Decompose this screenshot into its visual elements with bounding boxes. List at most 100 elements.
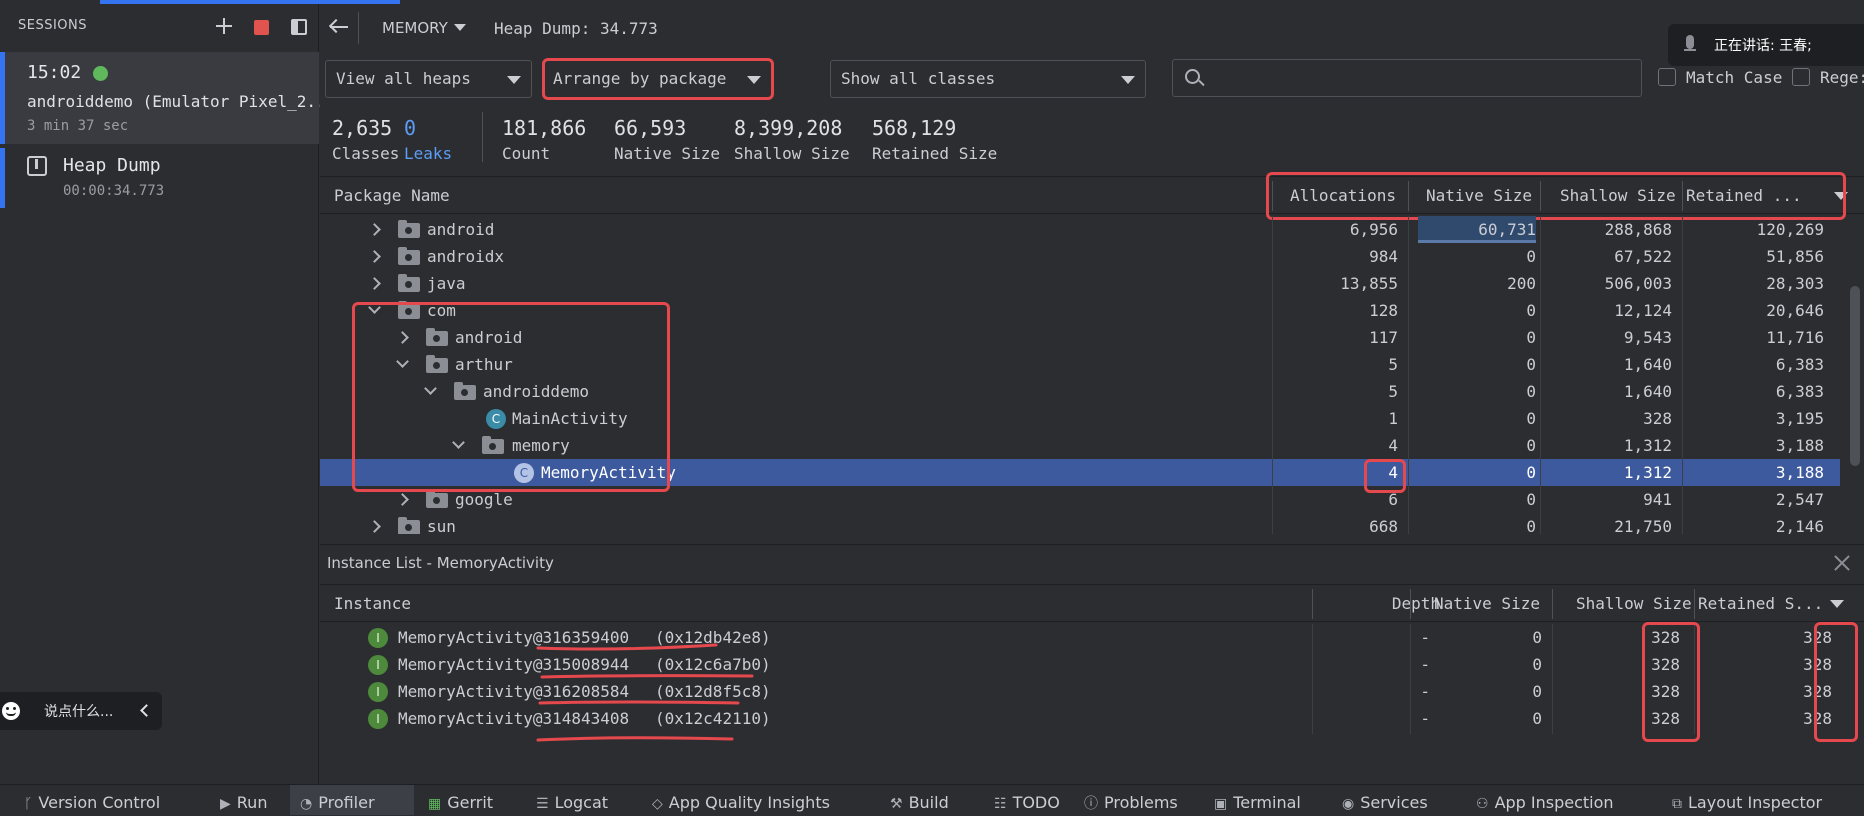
instance-shallow: 328 (1651, 655, 1680, 674)
close-icon[interactable] (1832, 553, 1852, 573)
back-arrow-icon[interactable] (328, 18, 350, 36)
tool-run[interactable]: ▶ Run (220, 791, 267, 815)
tool-build[interactable]: ⚒ Build (890, 791, 949, 815)
col-allocations[interactable]: Allocations (1290, 177, 1396, 215)
chat-box[interactable]: 说点什么... (0, 692, 162, 730)
table-row[interactable]: google 6 0 941 2,547 (320, 486, 1840, 513)
row-retained: 2,547 (1775, 490, 1824, 509)
search-input[interactable] (1172, 59, 1642, 97)
stat-classes-label: Classes (332, 144, 400, 163)
class-icon: C (486, 409, 506, 429)
row-name: arthur (455, 355, 513, 374)
arrange-select[interactable]: Arrange by package (542, 60, 772, 98)
heap-select[interactable]: View all heaps (325, 60, 532, 98)
col-instance-native[interactable]: Native Size (1434, 585, 1540, 623)
heap-dump-item[interactable]: Heap Dump 00:00:34.773 (0, 148, 319, 208)
col-instance-shallow[interactable]: Shallow Size (1576, 585, 1692, 623)
tool-layout-inspector[interactable]: ⧉ Layout Inspector (1672, 791, 1822, 815)
row-name: sun (427, 517, 456, 534)
table-row[interactable]: android 117 0 9,543 11,716 (320, 324, 1840, 351)
session-duration: 3 min 37 sec (27, 118, 129, 134)
smiley-icon (2, 702, 20, 720)
stat-count-label: Count (502, 144, 551, 163)
stat-leaks-label[interactable]: Leaks (404, 144, 452, 163)
table-row[interactable]: arthur 5 0 1,640 6,383 (320, 351, 1840, 378)
row-shallow: 1,640 (1623, 355, 1672, 374)
heap-dump-label: Heap Dump (63, 155, 161, 176)
heap-select-value: View all heaps (336, 69, 471, 88)
col-shallow-size[interactable]: Shallow Size (1560, 177, 1676, 215)
stop-session-icon[interactable] (254, 20, 269, 35)
add-session-icon[interactable] (214, 16, 234, 36)
tool-app-inspection[interactable]: ⚇ App Inspection (1476, 791, 1614, 815)
table-row[interactable]: java 13,855 200 506,003 28,303 (320, 270, 1840, 297)
package-icon (398, 247, 420, 265)
instance-depth: - (1420, 655, 1430, 674)
tool-logcat[interactable]: ☰ Logcat (536, 791, 608, 815)
table-row[interactable]: com 128 0 12,124 20,646 (320, 297, 1840, 324)
col-instance-retained[interactable]: Retained S... (1698, 585, 1823, 623)
chevron-down-icon (1121, 76, 1135, 84)
layout-toggle-icon[interactable] (291, 19, 307, 35)
package-icon (398, 517, 420, 534)
heap-dump-time: 00:00:34.773 (63, 183, 165, 199)
tool-services[interactable]: ◉ Services (1342, 791, 1428, 815)
tool-label: Problems (1104, 793, 1178, 812)
match-case-checkbox[interactable] (1658, 68, 1676, 86)
tool-terminal[interactable]: ▣ Terminal (1214, 791, 1301, 815)
class-filter-select[interactable]: Show all classes (830, 60, 1146, 98)
row-retained: 28,303 (1766, 274, 1824, 293)
col-native-size[interactable]: Native Size (1426, 177, 1532, 215)
tool-problems[interactable]: ⓘ Problems (1084, 791, 1178, 815)
row-retained: 11,716 (1766, 328, 1824, 347)
row-alloc: 6,956 (1349, 220, 1398, 239)
col-package-name[interactable]: Package Name (334, 177, 450, 215)
table-row[interactable]: C MainActivity 1 0 328 3,195 (320, 405, 1840, 432)
row-alloc: 128 (1369, 301, 1398, 320)
heap-dump-title: Heap Dump: 34.773 (494, 19, 658, 38)
tool-gerrit[interactable]: ▦ Gerrit (428, 791, 493, 815)
tool-profiler[interactable]: ◔ Profiler (300, 791, 375, 815)
row-shallow: 1,312 (1623, 463, 1672, 482)
row-name: google (455, 490, 513, 509)
table-row[interactable]: sun 668 0 21,750 2,146 (320, 513, 1840, 534)
regex-checkbox[interactable] (1792, 68, 1810, 86)
microphone-icon (1686, 35, 1694, 49)
instance-list-title: Instance List - MemoryActivity (327, 554, 554, 572)
sessions-title: SESSIONS (18, 18, 88, 33)
col-instance[interactable]: Instance (334, 585, 411, 623)
chevron-down-icon[interactable] (454, 24, 466, 31)
instance-retained: 328 (1803, 628, 1832, 647)
profiler-dropdown[interactable]: MEMORY (382, 19, 448, 37)
row-native: 0 (1526, 436, 1536, 455)
table-row[interactable]: memory 4 0 1,312 3,188 (320, 432, 1840, 459)
run-icon: ▶ (220, 796, 231, 812)
row-native: 0 (1526, 355, 1536, 374)
instance-table-header: Instance Depth Native Size Shallow Size … (320, 584, 1864, 622)
chevron-left-icon[interactable] (140, 704, 153, 717)
tool-version-control[interactable]: ᚴ Version Control (24, 791, 160, 815)
row-retained: 6,383 (1775, 355, 1824, 374)
chat-placeholder: 说点什么... (44, 704, 114, 720)
chevron-down-icon (507, 76, 521, 84)
tool-todo[interactable]: ☷ TODO (994, 791, 1060, 815)
session-item[interactable]: 15:02 androiddemo (Emulator Pixel_2... 3… (0, 52, 335, 144)
voice-text: 正在讲话: 王春; (1714, 38, 1812, 54)
row-shallow: 1,312 (1623, 436, 1672, 455)
class-table-scrollbar[interactable] (1850, 286, 1860, 466)
instance-retained: 328 (1803, 655, 1832, 674)
row-retained: 6,383 (1775, 382, 1824, 401)
instance-native: 0 (1532, 709, 1542, 728)
col-depth[interactable]: Depth (1350, 585, 1440, 623)
tool-app-quality-insights[interactable]: ◇ App Quality Insights (652, 791, 830, 815)
table-row-selected[interactable]: C MemoryActivity 4 0 1,312 3,188 (320, 459, 1840, 486)
col-retained-size[interactable]: Retained ... (1686, 177, 1802, 215)
sort-desc-icon[interactable] (1834, 192, 1848, 200)
sort-desc-icon[interactable] (1830, 600, 1844, 608)
row-native: 0 (1526, 517, 1536, 534)
table-row[interactable]: androiddemo 5 0 1,640 6,383 (320, 378, 1840, 405)
logcat-icon: ☰ (536, 796, 549, 812)
table-row[interactable]: androidx 984 0 67,522 51,856 (320, 243, 1840, 270)
stat-leaks-value[interactable]: 0 (404, 116, 416, 140)
table-row[interactable]: android 6,956 60,731 288,868 120,269 (320, 216, 1840, 243)
